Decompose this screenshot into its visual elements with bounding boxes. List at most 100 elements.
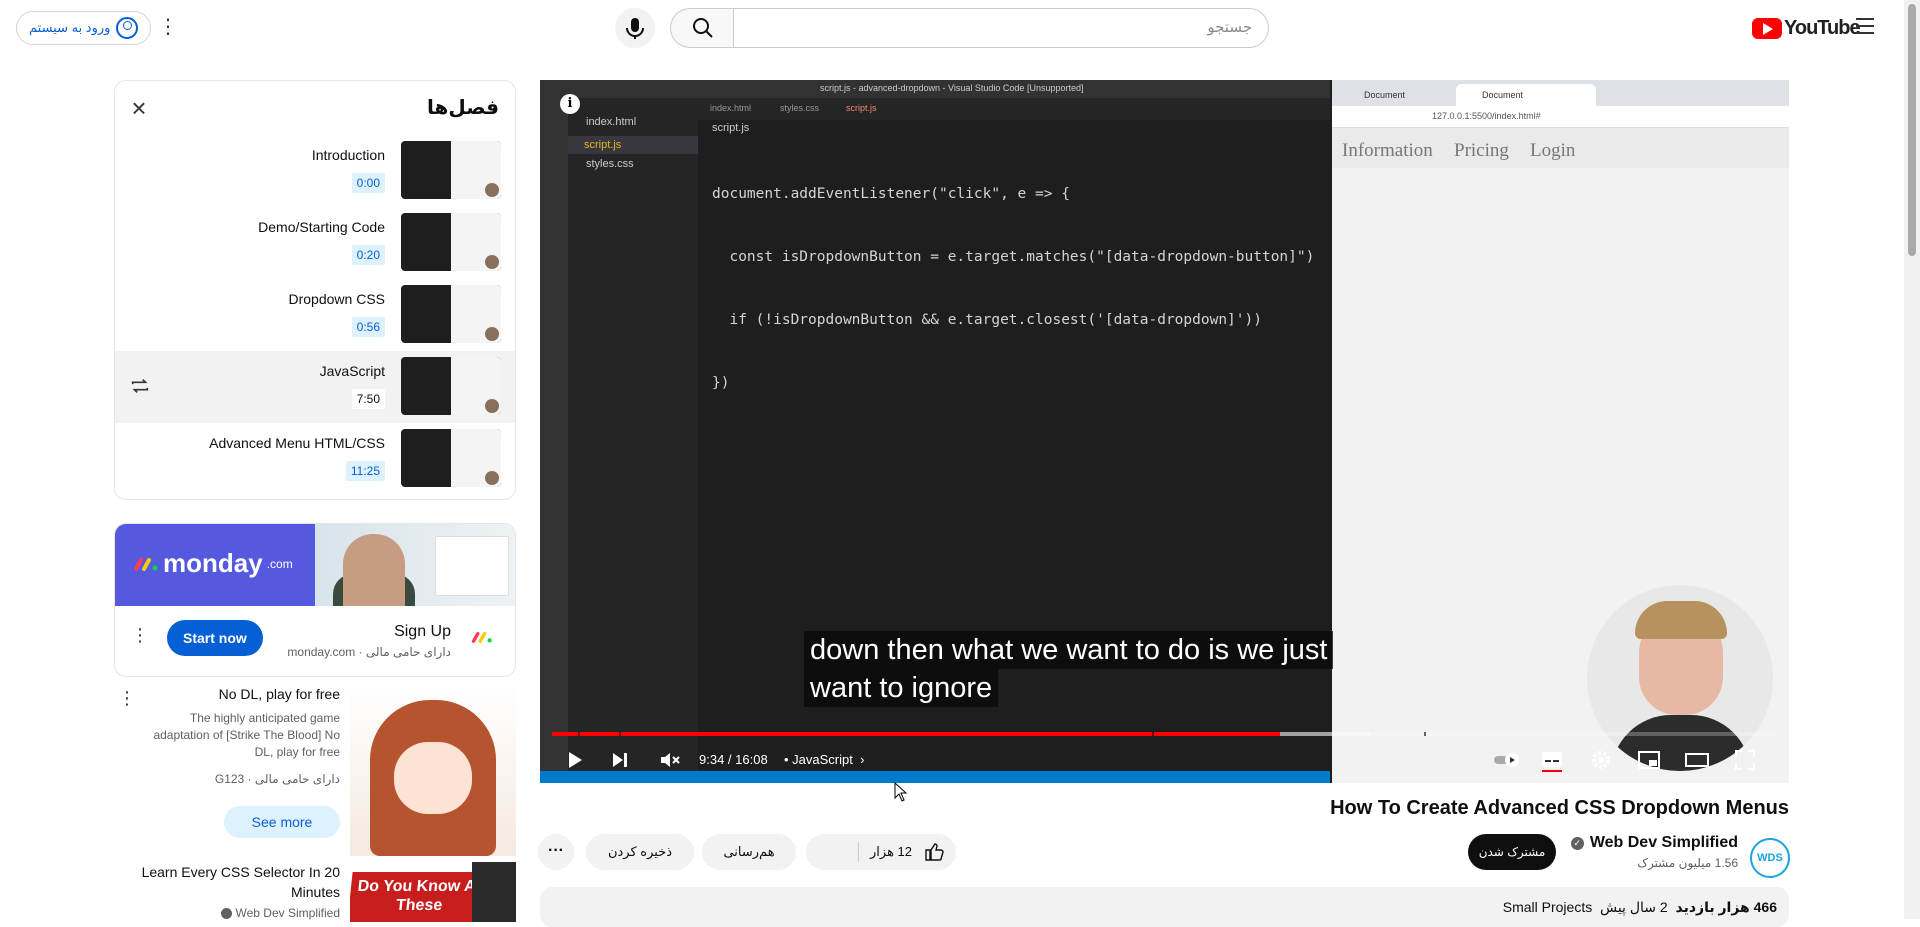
like-button[interactable]: 12 هزار — [864, 834, 956, 870]
demo-nav-item: Pricing — [1454, 140, 1509, 161]
chapter-title: Advanced Menu HTML/CSS — [209, 435, 385, 451]
next-icon[interactable] — [608, 748, 632, 772]
more-actions-icon[interactable]: ··· — [538, 834, 574, 870]
chapter-marker — [1152, 732, 1155, 736]
top-bar: ورود به سیستم ⋮ جستجو YouTube — [0, 0, 1920, 56]
theater-mode-icon[interactable] — [1685, 748, 1709, 772]
chapter-marker — [619, 732, 622, 736]
mute-icon[interactable] — [658, 748, 682, 772]
search-button[interactable] — [670, 8, 734, 48]
editor-breadcrumb: script.js — [712, 122, 750, 134]
game-ad-more-icon[interactable]: ⋮ — [118, 688, 136, 709]
monday-wordmark-suffix: .com — [266, 556, 293, 571]
chapter-item[interactable]: Demo/Starting Code 0:20 — [115, 207, 515, 279]
scrollbar-thumb[interactable] — [1908, 4, 1916, 256]
page-scrollbar[interactable] — [1904, 0, 1920, 919]
close-icon[interactable]: × — [127, 95, 151, 121]
game-ad-title[interactable]: No DL, play for free — [219, 686, 340, 702]
settings-more-icon[interactable]: ⋮ — [158, 14, 178, 42]
related-video-title[interactable]: Learn Every CSS Selector In 20 Minutes — [140, 862, 340, 902]
fullscreen-icon[interactable] — [1733, 748, 1757, 772]
progress-bar[interactable] — [552, 732, 1777, 736]
video-tag[interactable]: Small Projects — [1503, 899, 1592, 915]
demo-page-nav: Information Pricing Login — [1332, 128, 1789, 168]
thumbs-up-icon — [925, 843, 944, 861]
chapter-item[interactable]: Dropdown CSS 0:56 — [115, 279, 515, 351]
menu-icon[interactable] — [1856, 18, 1874, 34]
chapters-title: فصل‌ها — [426, 97, 499, 119]
editor-title: script.js - advanced-dropdown - Visual S… — [820, 83, 1084, 93]
channel-name-link[interactable]: ✓ Web Dev Simplified — [1570, 834, 1738, 852]
description-box[interactable]: 466 هزار بازدید 2 سال پیش Small Projects — [540, 887, 1789, 927]
save-button[interactable]: ذخیره کردن — [586, 834, 694, 870]
game-ad-description: The highly anticipated game adaptation o… — [153, 711, 340, 759]
browser-url: 127.0.0.1:5500/index.html# — [1432, 111, 1541, 121]
demo-nav-item: Login — [1530, 140, 1576, 161]
chapter-item[interactable]: Advanced Menu HTML/CSS 11:25 — [115, 423, 515, 495]
sign-in-button[interactable]: ورود به سیستم — [16, 11, 152, 45]
youtube-logo[interactable]: YouTube — [1752, 16, 1861, 40]
chapter-thumbnail — [401, 285, 501, 343]
code-line: const isDropdownButton = e.target.matche… — [712, 249, 1315, 265]
current-chapter-button[interactable]: • JavaScript › — [784, 752, 864, 767]
chapter-thumbnail — [401, 213, 501, 271]
play-icon[interactable] — [562, 748, 586, 772]
settings-gear-icon[interactable] — [1589, 748, 1613, 772]
editor-tab: index.html — [710, 103, 752, 113]
search-icon — [693, 18, 713, 38]
info-icon[interactable]: i — [560, 94, 580, 114]
monday-mark-icon — [134, 557, 158, 571]
editor-activity-bar — [540, 98, 568, 783]
monday-logo: monday .com — [133, 548, 293, 579]
ad-more-icon[interactable]: ⋮ — [131, 625, 149, 646]
ad-start-now-button[interactable]: Start now — [167, 620, 263, 656]
ad-banner[interactable]: monday .com — [115, 524, 515, 606]
chapter-time[interactable]: 11:25 — [345, 461, 385, 481]
channel-avatar[interactable]: WDS — [1750, 838, 1790, 878]
upload-age: 2 سال پیش — [1599, 899, 1668, 915]
demo-nav-item: Information — [1342, 140, 1433, 161]
mic-icon — [626, 18, 644, 39]
chapter-title: Introduction — [311, 147, 385, 163]
chapter-title: Demo/Starting Code — [258, 219, 385, 235]
miniplayer-icon[interactable] — [1637, 748, 1661, 772]
see-more-button[interactable]: See more — [224, 806, 340, 838]
chapter-thumbnail — [401, 357, 501, 415]
browser-tab-active: Document — [1456, 84, 1596, 106]
chapter-marker — [577, 732, 580, 736]
share-button[interactable]: هم‌رسانی — [702, 834, 796, 870]
ad-banner-left: monday .com — [115, 524, 315, 606]
chapter-item-active[interactable]: JavaScript 7:50 — [115, 351, 515, 423]
ad-title[interactable]: Sign Up — [394, 623, 451, 641]
search-input[interactable]: جستجو — [733, 8, 1269, 48]
chapter-time[interactable]: 0:56 — [351, 317, 385, 337]
repeat-icon — [131, 378, 149, 394]
autoplay-toggle-icon[interactable] — [1492, 748, 1524, 772]
chapter-thumbnail — [401, 429, 501, 487]
like-dislike-group: 12 هزار — [806, 834, 956, 870]
explorer-file-selected: script.js — [568, 136, 698, 154]
editor-explorer: index.html script.js styles.css — [568, 98, 698, 783]
chapter-item[interactable]: Introduction 0:00 — [115, 135, 515, 207]
voice-search-button[interactable] — [615, 8, 655, 48]
ad-image — [315, 524, 515, 606]
chapter-marker — [1424, 732, 1427, 736]
game-ad-image[interactable] — [350, 684, 516, 856]
ad-card[interactable]: monday .com Sign Up دارای حامی مالی · mon… — [114, 523, 516, 677]
chapter-time[interactable]: 7:50 — [351, 389, 385, 409]
video-title: How To Create Advanced CSS Dropdown Menu… — [1330, 797, 1789, 819]
related-video-channel[interactable]: Web Dev Simplified — [221, 906, 340, 920]
related-video-thumbnail[interactable]: Do You Know All These — [350, 862, 516, 922]
time-display: 9:34 / 16:08 — [699, 752, 768, 767]
current-chapter-label: • JavaScript — [784, 752, 853, 767]
channel-name: Web Dev Simplified — [1589, 834, 1738, 851]
video-player[interactable]: script.js - advanced-dropdown - Visual S… — [540, 80, 1789, 783]
subtitles-icon[interactable] — [1540, 748, 1564, 772]
chapter-time[interactable]: 0:20 — [351, 245, 385, 265]
view-count: 466 هزار بازدید — [1675, 899, 1777, 915]
subscribe-button[interactable]: مشترک شدن — [1468, 834, 1556, 870]
chapter-time[interactable]: 0:00 — [351, 173, 385, 193]
explorer-file: styles.css — [586, 158, 634, 170]
like-divider — [858, 842, 859, 862]
dislike-button[interactable] — [806, 834, 858, 870]
